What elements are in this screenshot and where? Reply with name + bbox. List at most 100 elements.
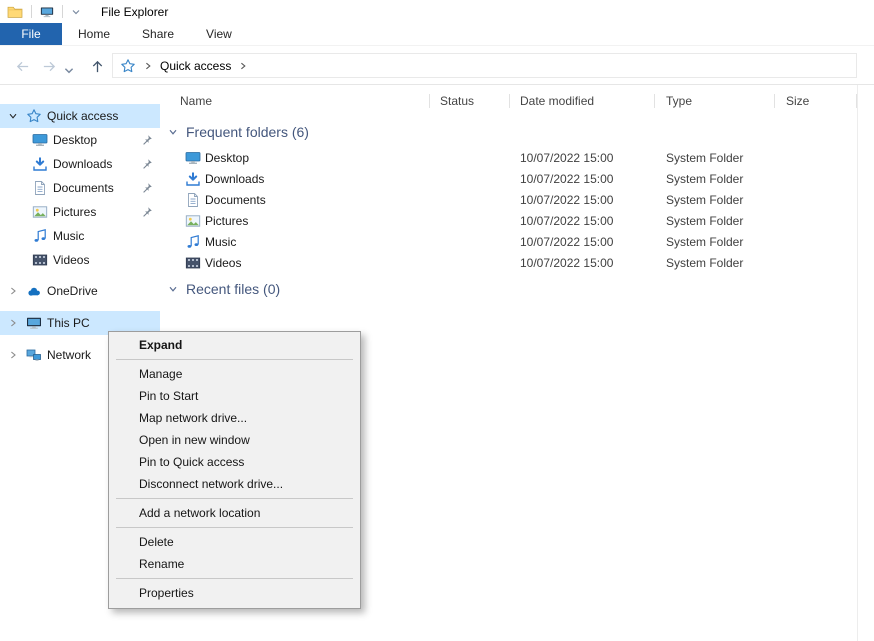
pictures-icon xyxy=(32,204,48,220)
menu-separator xyxy=(116,359,353,360)
table-row-documents[interactable]: Documents 10/07/2022 15:00 System Folder xyxy=(160,190,857,211)
desktop-icon xyxy=(32,132,48,148)
column-header-type[interactable]: Type xyxy=(655,88,775,114)
tab-file[interactable]: File xyxy=(0,23,62,45)
sidebar-item-pictures[interactable]: Pictures xyxy=(0,200,160,224)
table-row-videos[interactable]: Videos 10/07/2022 15:00 System Folder xyxy=(160,253,857,274)
navigation-bar: Quick access xyxy=(0,46,874,85)
menu-separator xyxy=(116,578,353,579)
column-header-row: Name Status Date modified Type Size xyxy=(160,88,857,114)
sidebar-item-label: OneDrive xyxy=(47,284,98,298)
cell-type: System Folder xyxy=(666,148,743,169)
column-header-label: Date modified xyxy=(520,94,594,108)
menu-separator xyxy=(116,527,353,528)
this-pc-icon xyxy=(26,315,42,331)
videos-icon xyxy=(32,252,48,268)
cell-type: System Folder xyxy=(666,253,743,274)
pin-icon xyxy=(141,206,153,218)
menu-item-pin-to-quick-access[interactable]: Pin to Quick access xyxy=(109,451,360,473)
breadcrumb-chevron-icon[interactable] xyxy=(238,61,248,71)
menu-item-manage[interactable]: Manage xyxy=(109,363,360,385)
menu-item-expand[interactable]: Expand xyxy=(109,334,360,356)
tab-home[interactable]: Home xyxy=(62,23,126,45)
menu-separator xyxy=(116,498,353,499)
sidebar-item-onedrive[interactable]: OneDrive xyxy=(0,279,160,303)
chevron-right-icon[interactable] xyxy=(8,286,18,296)
sidebar-item-label: Pictures xyxy=(53,205,96,219)
toolbar-divider xyxy=(62,5,63,18)
up-button[interactable] xyxy=(88,57,106,75)
toolbar-divider xyxy=(31,5,32,18)
customize-toolbar-chevron-icon[interactable] xyxy=(71,7,81,17)
column-header-status[interactable]: Status xyxy=(430,88,510,114)
pin-icon xyxy=(141,182,153,194)
tab-share[interactable]: Share xyxy=(126,23,190,45)
column-header-label: Type xyxy=(666,94,692,108)
cell-name: Music xyxy=(205,232,236,253)
tab-view[interactable]: View xyxy=(190,23,248,45)
column-header-date-modified[interactable]: Date modified xyxy=(510,88,655,114)
group-label: Frequent folders (6) xyxy=(186,124,309,140)
sidebar-item-desktop[interactable]: Desktop xyxy=(0,128,160,152)
menu-item-disconnect-network-drive[interactable]: Disconnect network drive... xyxy=(109,473,360,495)
cell-name: Documents xyxy=(205,190,266,211)
chevron-down-icon[interactable] xyxy=(8,111,18,121)
onedrive-icon xyxy=(26,283,42,299)
group-label: Recent files (0) xyxy=(186,281,280,297)
column-header-size[interactable]: Size xyxy=(775,88,857,114)
menu-item-rename[interactable]: Rename xyxy=(109,553,360,575)
cell-type: System Folder xyxy=(666,169,743,190)
sidebar-item-music[interactable]: Music xyxy=(0,224,160,248)
menu-item-delete[interactable]: Delete xyxy=(109,531,360,553)
sidebar-item-label: Music xyxy=(53,229,84,243)
table-row-music[interactable]: Music 10/07/2022 15:00 System Folder xyxy=(160,232,857,253)
menu-item-add-network-location[interactable]: Add a network location xyxy=(109,502,360,524)
folder-icon xyxy=(7,4,23,20)
sidebar-item-label: Network xyxy=(47,348,91,362)
cell-type: System Folder xyxy=(666,211,743,232)
music-icon xyxy=(32,228,48,244)
pin-icon xyxy=(141,134,153,146)
sidebar-item-label: Quick access xyxy=(47,109,118,123)
cell-name: Pictures xyxy=(205,211,248,232)
group-header-recent-files[interactable]: Recent files (0) xyxy=(168,279,280,299)
recent-locations-dropdown[interactable] xyxy=(63,61,75,79)
title-bar: File Explorer xyxy=(0,0,874,23)
column-header-name[interactable]: Name xyxy=(160,88,430,114)
column-header-label: Name xyxy=(180,94,212,108)
table-row-pictures[interactable]: Pictures 10/07/2022 15:00 System Folder xyxy=(160,211,857,232)
videos-icon xyxy=(185,255,201,271)
breadcrumb-chevron-icon[interactable] xyxy=(143,61,153,71)
computer-icon[interactable] xyxy=(40,5,54,19)
music-icon xyxy=(185,234,201,250)
cell-name: Desktop xyxy=(205,148,249,169)
menu-item-pin-to-start[interactable]: Pin to Start xyxy=(109,385,360,407)
sidebar-item-quick-access[interactable]: Quick access xyxy=(0,104,160,128)
menu-item-open-in-new-window[interactable]: Open in new window xyxy=(109,429,360,451)
back-button[interactable] xyxy=(13,57,31,75)
sidebar-item-documents[interactable]: Documents xyxy=(0,176,160,200)
chevron-down-icon xyxy=(168,284,178,294)
sidebar-item-downloads[interactable]: Downloads xyxy=(0,152,160,176)
cell-name: Videos xyxy=(205,253,241,274)
menu-item-map-network-drive[interactable]: Map network drive... xyxy=(109,407,360,429)
table-row-downloads[interactable]: Downloads 10/07/2022 15:00 System Folder xyxy=(160,169,857,190)
cell-date-modified: 10/07/2022 15:00 xyxy=(520,190,613,211)
column-header-label: Size xyxy=(786,94,809,108)
sidebar-item-label: This PC xyxy=(47,316,90,330)
cell-type: System Folder xyxy=(666,190,743,211)
group-header-frequent-folders[interactable]: Frequent folders (6) xyxy=(168,122,309,142)
window-title: File Explorer xyxy=(101,5,168,19)
pictures-icon xyxy=(185,213,201,229)
sidebar-item-videos[interactable]: Videos xyxy=(0,248,160,272)
scrollbar-track[interactable] xyxy=(857,85,858,641)
chevron-right-icon[interactable] xyxy=(8,318,18,328)
table-row-desktop[interactable]: Desktop 10/07/2022 15:00 System Folder xyxy=(160,148,857,169)
context-menu: Expand Manage Pin to Start Map network d… xyxy=(108,331,361,609)
breadcrumb-location[interactable]: Quick access xyxy=(160,59,231,73)
menu-item-properties[interactable]: Properties xyxy=(109,582,360,604)
cell-date-modified: 10/07/2022 15:00 xyxy=(520,253,613,274)
address-bar[interactable]: Quick access xyxy=(112,53,857,78)
forward-button[interactable] xyxy=(40,57,58,75)
chevron-right-icon[interactable] xyxy=(8,350,18,360)
